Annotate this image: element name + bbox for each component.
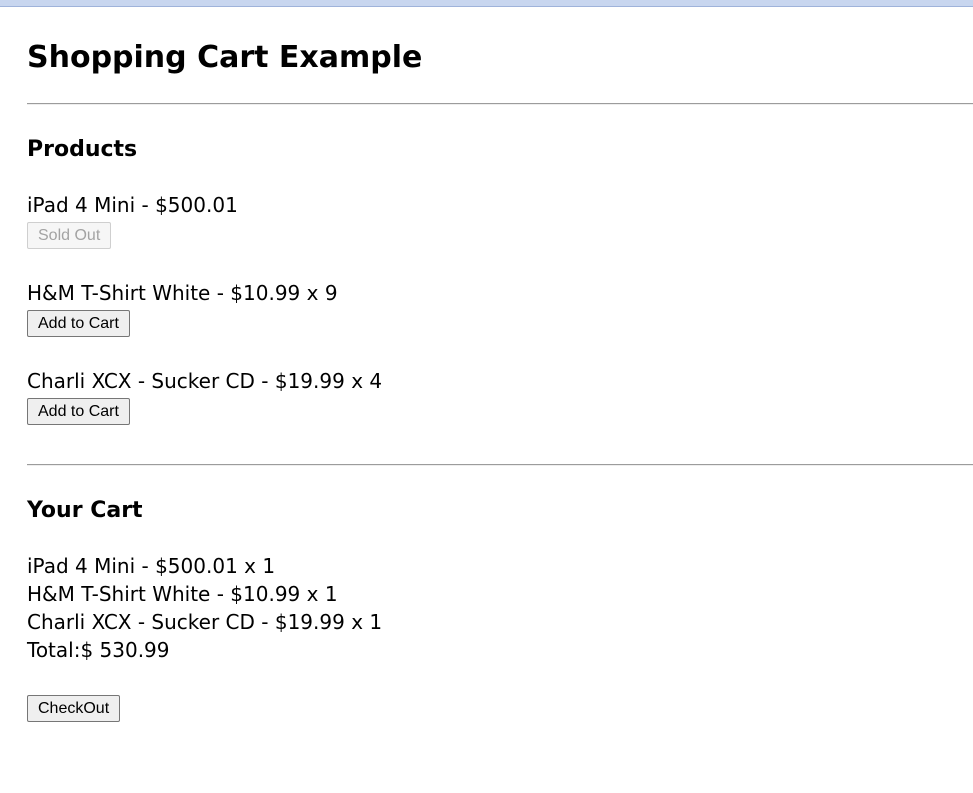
cart-item-tshirt: H&M T-Shirt White - $10.99 x 1 [27, 582, 338, 606]
cart-total: Total:$ 530.99 [27, 638, 170, 662]
sold-out-button[interactable]: Sold Out [27, 222, 112, 249]
browser-top-strip [0, 0, 973, 7]
add-to-cart-button-cd[interactable]: Add to Cart [27, 398, 130, 425]
cart-item-cd: Charli XCX - Sucker CD - $19.99 x 1 [27, 610, 383, 634]
product-item-text-cd: Charli XCX - Sucker CD - $19.99 x 4 [27, 369, 383, 393]
header-divider [27, 103, 973, 105]
product-item-text-tshirt: H&M T-Shirt White - $10.99 x 9 [27, 281, 338, 305]
products-heading: Products [27, 137, 138, 162]
cart-divider [27, 464, 973, 466]
cart-item-ipad: iPad 4 Mini - $500.01 x 1 [27, 554, 276, 578]
product-item-text-ipad: iPad 4 Mini - $500.01 [27, 193, 238, 217]
checkout-button[interactable]: CheckOut [27, 695, 121, 722]
add-to-cart-button-tshirt[interactable]: Add to Cart [27, 310, 130, 337]
page-title: Shopping Cart Example [27, 40, 423, 75]
cart-heading: Your Cart [27, 498, 143, 523]
